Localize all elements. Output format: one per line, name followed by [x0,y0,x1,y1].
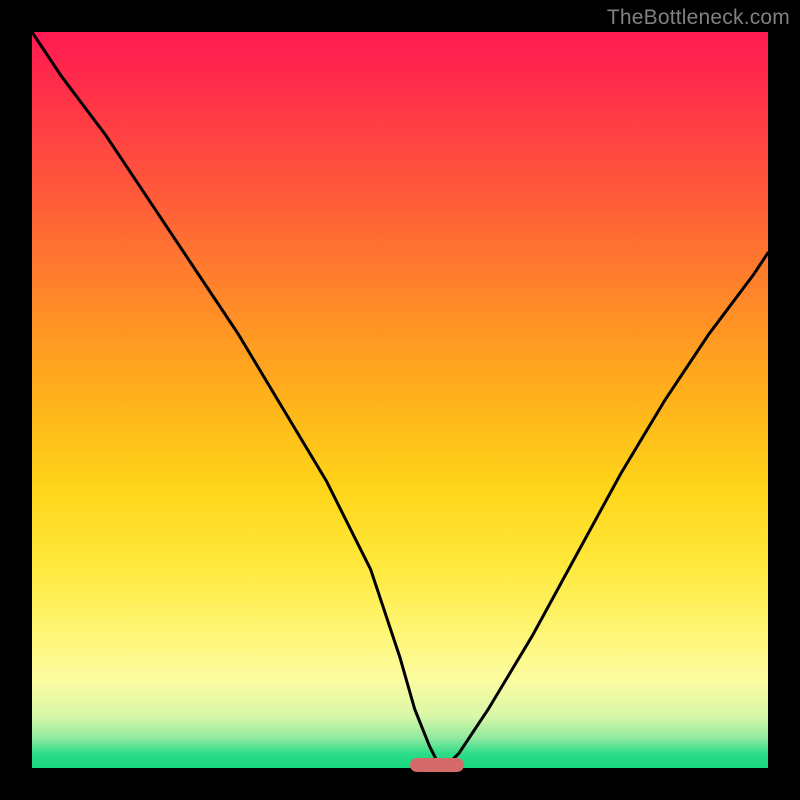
watermark-text: TheBottleneck.com [607,6,790,30]
curve-path [32,32,768,768]
gradient-plot-area [32,32,768,768]
chart-frame: TheBottleneck.com [0,0,800,800]
optimal-marker [410,758,464,772]
bottleneck-curve [32,32,768,768]
